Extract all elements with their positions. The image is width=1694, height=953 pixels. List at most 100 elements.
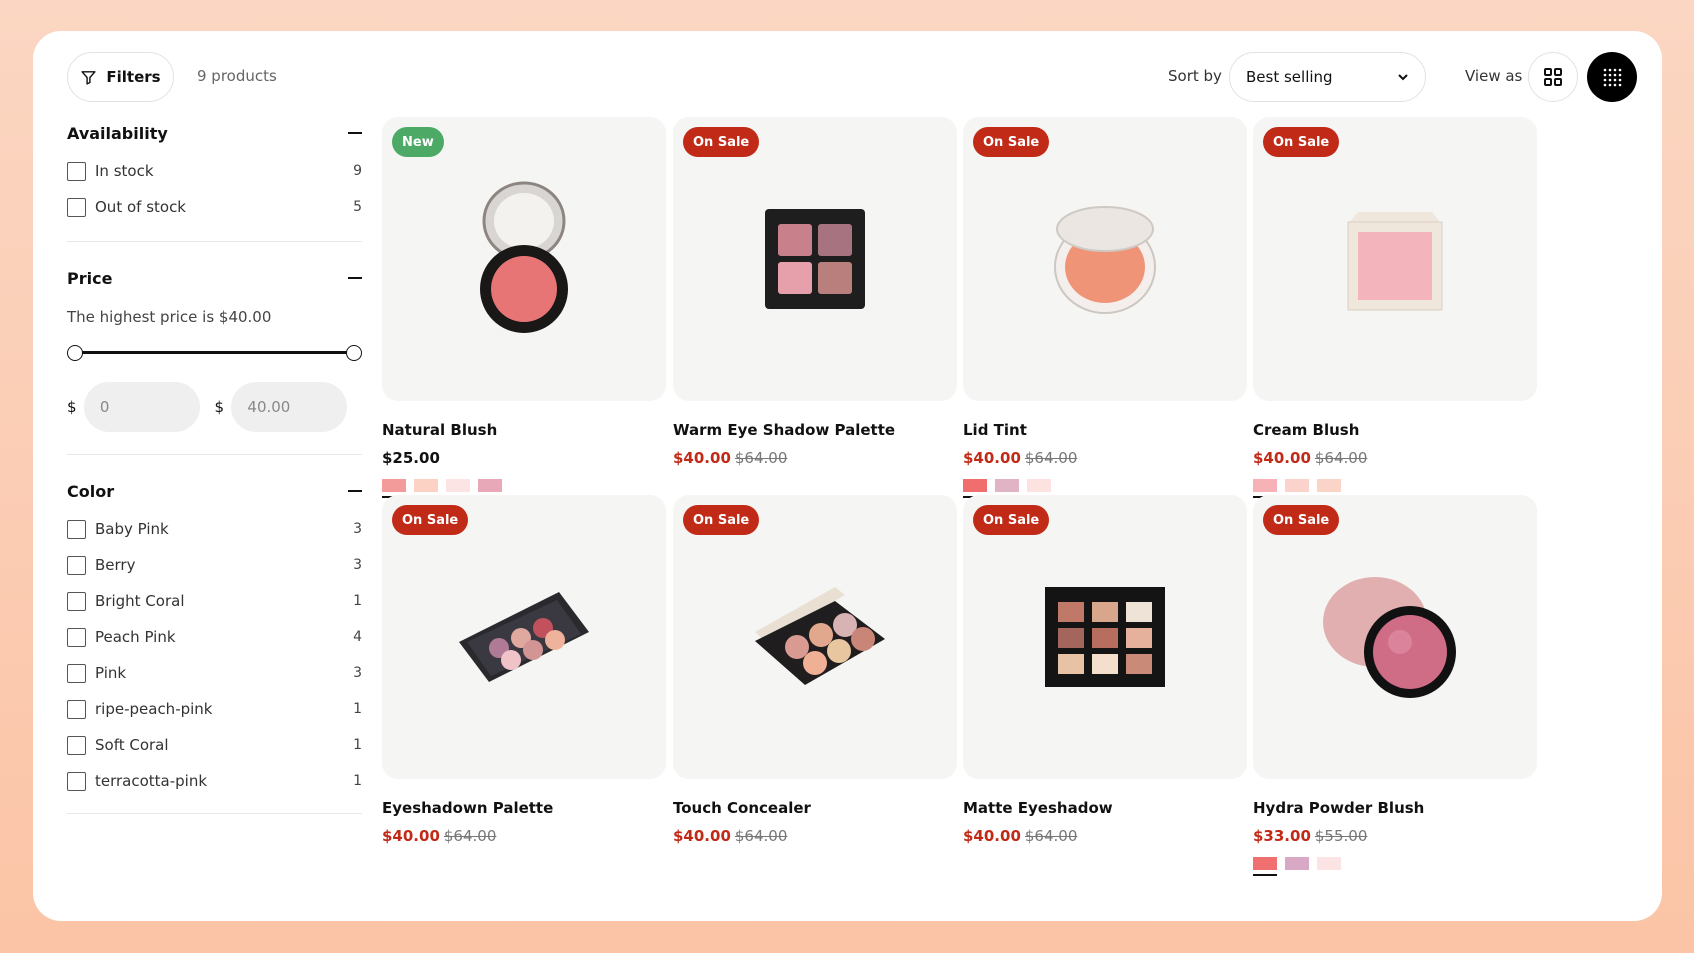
color-swatch[interactable] — [995, 479, 1019, 492]
color-option[interactable]: terracotta-pink 1 — [67, 763, 362, 799]
color-option[interactable]: Soft Coral 1 — [67, 727, 362, 763]
option-count: 9 — [353, 163, 362, 179]
product-card[interactable]: On Sale Warm Eye Shadow Palette $40.00 $64.… — [673, 117, 957, 469]
price-min-input[interactable]: 0 — [83, 382, 200, 432]
filters-button[interactable]: Filters — [67, 52, 174, 102]
checkbox[interactable] — [67, 161, 86, 181]
color-swatch[interactable] — [1285, 479, 1309, 492]
filters-label: Filters — [106, 68, 161, 86]
color-swatch[interactable] — [1317, 857, 1341, 870]
product-card[interactable]: On Sale Cream Blush $40.00 $64.00 — [1253, 117, 1537, 498]
checkbox[interactable] — [67, 699, 86, 719]
product-card[interactable]: On Sale Touch Concealer $40.00 $64.00 — [673, 495, 957, 847]
product-count: 9 products — [197, 67, 277, 85]
availability-header[interactable]: Availability — [67, 121, 362, 145]
color-swatch[interactable] — [1253, 857, 1277, 876]
checkbox[interactable] — [67, 627, 86, 647]
product-title[interactable]: Touch Concealer — [673, 799, 957, 819]
price-max-input[interactable]: 40.00 — [231, 382, 347, 432]
view-grid-4-button[interactable] — [1587, 52, 1637, 102]
product-card[interactable]: On Sale Hydra Powder Blush $33.00 $55.00 — [1253, 495, 1537, 876]
sort-value: Best selling — [1246, 68, 1333, 86]
color-swatch[interactable] — [382, 479, 406, 498]
swatch-list — [1253, 479, 1537, 498]
color-option[interactable]: Berry 3 — [67, 547, 362, 583]
option-label: ripe-peach-pink — [95, 700, 213, 718]
color-option[interactable]: Bright Coral 1 — [67, 583, 362, 619]
checkbox[interactable] — [67, 771, 86, 791]
price-row: $33.00 $55.00 — [1253, 827, 1537, 847]
product-card[interactable]: On Sale Matte Eyeshadow $40.00 $64.00 — [963, 495, 1247, 847]
filter-sidebar: Availability In stock 9 Out of stock 5 P… — [67, 121, 362, 814]
collapse-icon — [348, 490, 362, 492]
product-media[interactable]: On Sale — [1253, 117, 1537, 401]
color-option[interactable]: Baby Pink 3 — [67, 511, 362, 547]
product-media[interactable]: On Sale — [382, 495, 666, 779]
color-swatch[interactable] — [1285, 857, 1309, 870]
sale-badge: On Sale — [973, 127, 1050, 157]
sort-select[interactable]: Best selling — [1229, 52, 1426, 102]
color-swatch[interactable] — [414, 479, 438, 492]
checkbox[interactable] — [67, 197, 86, 217]
checkbox[interactable] — [67, 519, 86, 539]
slider-thumb-min[interactable] — [67, 345, 83, 361]
color-option[interactable]: Peach Pink 4 — [67, 619, 362, 655]
price-row: $40.00 $64.00 — [673, 827, 957, 847]
color-option[interactable]: Pink 3 — [67, 655, 362, 691]
product-media[interactable]: New — [382, 117, 666, 401]
product-image — [1054, 206, 1156, 314]
current-price: $40.00 — [1253, 449, 1311, 467]
product-title[interactable]: Natural Blush — [382, 421, 666, 441]
product-card[interactable]: On Sale Lid Tint $40.00 $64.00 — [963, 117, 1247, 498]
product-media[interactable]: On Sale — [963, 495, 1247, 779]
color-swatch[interactable] — [446, 479, 470, 492]
price-range-slider[interactable] — [67, 344, 362, 362]
color-swatch[interactable] — [1253, 479, 1277, 498]
price-row: $25.00 — [382, 449, 666, 469]
color-swatch[interactable] — [1027, 479, 1051, 492]
product-title[interactable]: Hydra Powder Blush — [1253, 799, 1537, 819]
grid-4-icon — [1603, 68, 1622, 87]
product-title[interactable]: Cream Blush — [1253, 421, 1537, 441]
product-title[interactable]: Lid Tint — [963, 421, 1247, 441]
price-header[interactable]: Price — [67, 266, 362, 290]
new-badge: New — [392, 127, 444, 157]
sale-badge: On Sale — [973, 505, 1050, 535]
product-card[interactable]: On Sale Eyeshadown Palette $40.00 $64.00 — [382, 495, 666, 847]
color-swatch[interactable] — [1317, 479, 1341, 492]
currency-symbol: $ — [214, 398, 225, 416]
current-price: $40.00 — [963, 827, 1021, 845]
checkbox[interactable] — [67, 735, 86, 755]
option-count: 1 — [353, 701, 362, 717]
color-swatch[interactable] — [478, 479, 502, 492]
original-price: $55.00 — [1314, 827, 1368, 845]
product-title[interactable]: Matte Eyeshadow — [963, 799, 1247, 819]
availability-option[interactable]: In stock 9 — [67, 153, 362, 189]
product-title[interactable]: Eyeshadown Palette — [382, 799, 666, 819]
product-card[interactable]: New Natural Blush $25.00 — [382, 117, 666, 498]
option-count: 3 — [353, 521, 362, 537]
color-header[interactable]: Color — [67, 479, 362, 503]
filter-icon — [81, 70, 96, 85]
color-swatch[interactable] — [963, 479, 987, 498]
price-note: The highest price is $40.00 — [67, 308, 272, 326]
product-title[interactable]: Warm Eye Shadow Palette — [673, 421, 957, 441]
product-media[interactable]: On Sale — [673, 117, 957, 401]
color-option[interactable]: ripe-peach-pink 1 — [67, 691, 362, 727]
availability-title: Availability — [67, 123, 168, 143]
availability-option[interactable]: Out of stock 5 — [67, 189, 362, 225]
checkbox[interactable] — [67, 591, 86, 611]
product-media[interactable]: On Sale — [673, 495, 957, 779]
product-media[interactable]: On Sale — [1253, 495, 1537, 779]
price-row: $40.00 $64.00 — [963, 827, 1247, 847]
checkbox[interactable] — [67, 555, 86, 575]
slider-thumb-max[interactable] — [346, 345, 362, 361]
product-media[interactable]: On Sale — [963, 117, 1247, 401]
swatch-list — [963, 479, 1247, 498]
grid-2-icon — [1544, 68, 1562, 86]
checkbox[interactable] — [67, 663, 86, 683]
option-label: Out of stock — [95, 198, 186, 216]
price-row: $40.00 $64.00 — [1253, 449, 1537, 469]
sale-badge: On Sale — [392, 505, 469, 535]
view-grid-2-button[interactable] — [1528, 52, 1578, 102]
